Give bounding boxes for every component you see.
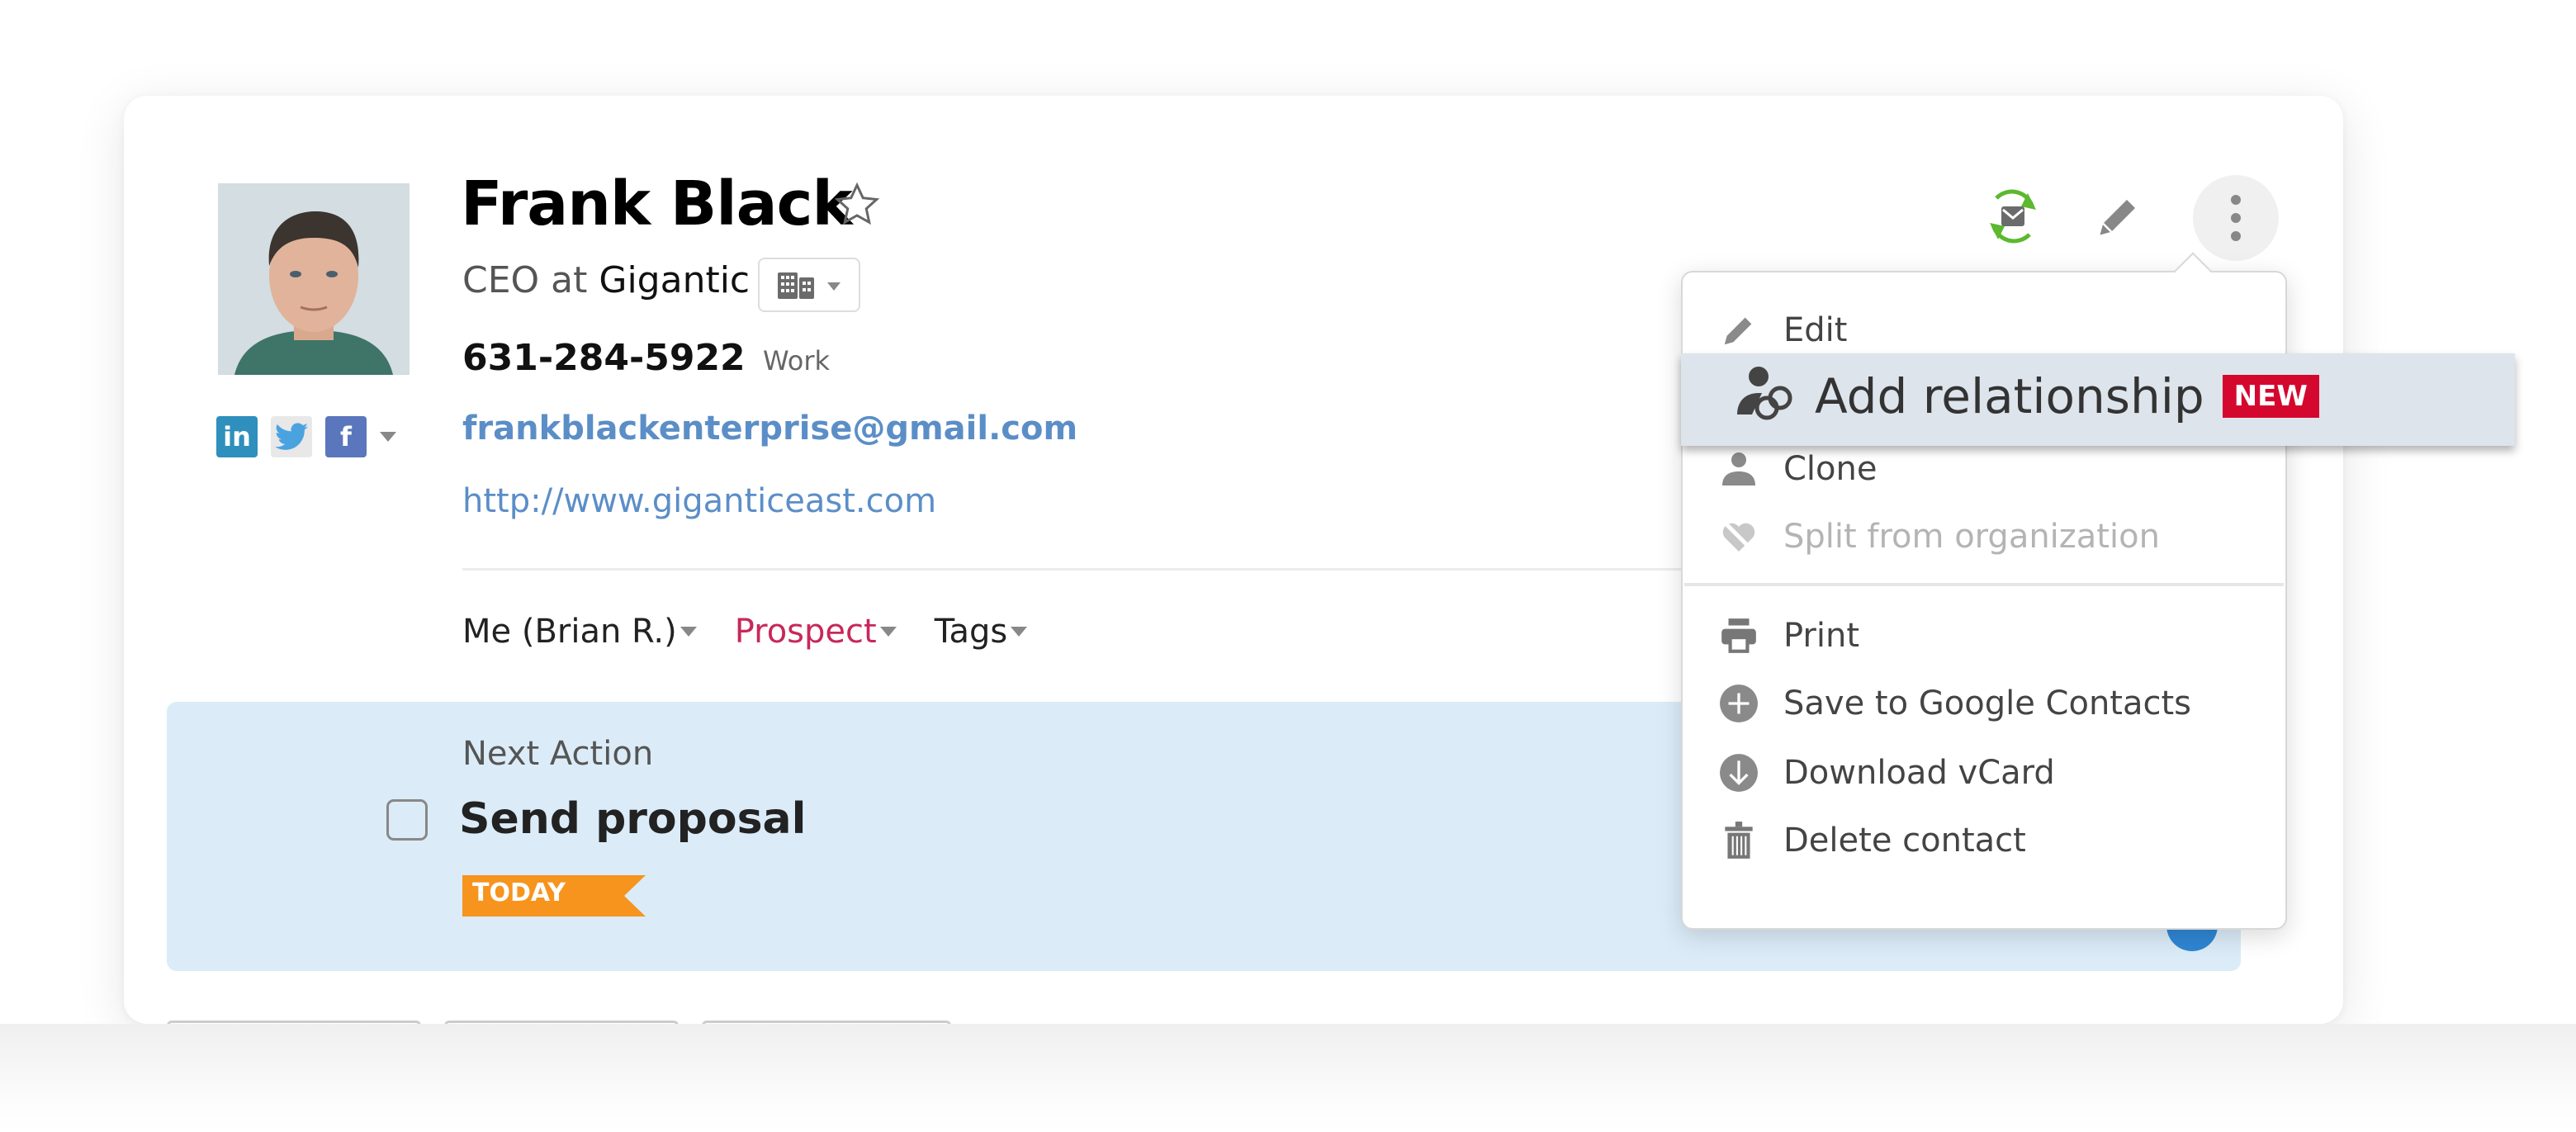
email-sync-button[interactable] (1982, 185, 2044, 251)
chevron-down-icon (879, 627, 897, 637)
menu-item-label: Delete contact (1783, 822, 2026, 860)
email-link[interactable]: frankblackenterprise@gmail.com (462, 410, 1077, 448)
menu-item-print[interactable]: Print (1717, 614, 1859, 657)
chevron-down-icon (680, 627, 697, 637)
relationship-icon (1731, 362, 1797, 431)
due-date-badge: TODAY (472, 879, 566, 907)
menu-item-save-to-google-contacts[interactable]: Save to Google Contacts (1717, 682, 2191, 725)
menu-item-label: Split from organization (1783, 518, 2160, 556)
broken-heart-icon (1717, 515, 1760, 558)
status-label: Prospect (734, 613, 877, 651)
menu-item-download-vcard[interactable]: Download vCard (1717, 751, 2055, 794)
contact-avatar (218, 183, 410, 375)
favorite-star-icon[interactable] (832, 180, 882, 230)
pencil-icon (1717, 309, 1760, 352)
organization-link[interactable]: Gigantic (599, 259, 750, 301)
menu-item-delete-contact[interactable]: Delete contact (1717, 819, 2026, 862)
menu-item-label: Save to Google Contacts (1783, 684, 2192, 722)
owner-label: Me (Brian R.) (462, 613, 677, 651)
printer-icon (1717, 614, 1760, 657)
download-circle-icon (1717, 751, 1760, 794)
task-title[interactable]: Send proposal (459, 794, 806, 844)
chevron-down-icon (1011, 627, 1028, 637)
divider (462, 568, 1701, 571)
phone-type: Work (763, 345, 831, 377)
edit-contact-button[interactable] (2094, 192, 2143, 244)
social-dropdown-caret-icon[interactable] (380, 432, 396, 442)
building-icon (778, 272, 814, 299)
twitter-icon[interactable] (271, 416, 312, 457)
menu-item-clone[interactable]: Clone (1717, 448, 1877, 490)
more-vertical-icon (2231, 195, 2241, 205)
plus-circle-icon (1717, 682, 1760, 725)
more-options-button[interactable] (2193, 175, 2279, 261)
pencil-icon (2100, 200, 2135, 235)
email-sync-icon (1990, 189, 2036, 244)
menu-item-edit[interactable]: Edit (1717, 309, 1847, 352)
menu-item-label: Download vCard (1783, 754, 2055, 792)
page-footer-shade (0, 1024, 2576, 1132)
phone-line: 631-284-5922 Work (462, 337, 830, 379)
menu-item-label: Clone (1783, 450, 1878, 488)
new-badge: NEW (2222, 375, 2319, 418)
contact-actions (1982, 175, 2279, 261)
menu-item-split-from-organization[interactable]: Split from organization (1717, 515, 2160, 558)
task-complete-checkbox[interactable] (386, 799, 428, 841)
website-link[interactable]: http://www.giganticeast.com (462, 482, 936, 520)
job-title-line: CEO at Gigantic (462, 259, 750, 301)
menu-item-label: Print (1783, 617, 1860, 655)
status-dropdown[interactable]: Prospect (735, 613, 897, 651)
facebook-icon[interactable]: f (325, 416, 367, 457)
job-title: CEO at (462, 259, 588, 301)
tags-label: Tags (934, 613, 1008, 651)
linkedin-icon[interactable]: in (216, 416, 258, 457)
organization-dropdown-button[interactable] (758, 258, 860, 312)
contact-name: Frank Black (461, 168, 853, 239)
owner-dropdown[interactable]: Me (Brian R.) (462, 613, 697, 651)
add-relationship-row: Add relationship NEW (1731, 362, 2319, 431)
tags-dropdown[interactable]: Tags (935, 613, 1028, 651)
menu-divider (1684, 583, 2284, 586)
person-icon (1717, 448, 1760, 490)
contact-meta: Me (Brian R.) Prospect Tags (462, 613, 1028, 651)
next-action-label: Next Action (462, 735, 654, 773)
trash-icon (1717, 819, 1760, 862)
social-links: in f (216, 416, 396, 457)
menu-item-label: Add relationship (1815, 368, 2204, 424)
phone-number[interactable]: 631-284-5922 (462, 337, 746, 379)
menu-item-label: Edit (1783, 311, 1848, 349)
